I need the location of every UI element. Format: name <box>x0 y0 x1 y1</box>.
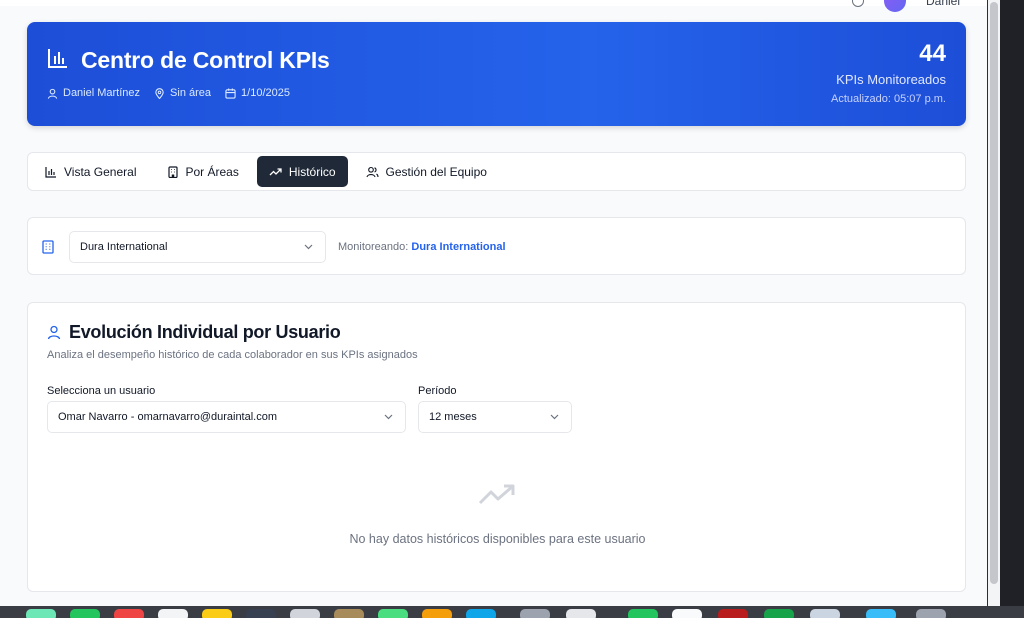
meta-area-label: Sin área <box>170 87 212 99</box>
chevron-down-icon <box>550 414 559 420</box>
calendar-icon <box>225 87 236 99</box>
chevron-down-icon <box>304 244 313 250</box>
dock-app-icon[interactable] <box>672 609 702 618</box>
location-pin-icon <box>155 87 164 99</box>
dock-app-icon[interactable] <box>810 609 840 618</box>
dock-app-icon[interactable] <box>566 609 596 618</box>
avatar[interactable] <box>884 0 906 12</box>
user-select-value: Omar Navarro - omarnavarro@duraintal.com <box>58 411 278 423</box>
period-select-value: 12 meses <box>429 411 477 423</box>
dock-app-icon[interactable] <box>718 609 748 618</box>
monitoring-prefix: Monitoreando: <box>338 241 409 253</box>
tab-label: Gestión del Equipo <box>385 164 487 179</box>
period-select-label: Período <box>418 385 457 397</box>
history-title: Evolución Individual por Usuario <box>69 322 341 342</box>
meta-area: Sin área <box>154 87 211 99</box>
monitoring-status: Monitoreando: Dura International <box>338 241 506 253</box>
trending-up-icon <box>269 167 282 175</box>
bar-chart-icon <box>47 47 69 74</box>
dock-app-icon[interactable] <box>866 609 896 618</box>
period-select[interactable]: 12 meses <box>418 401 572 433</box>
company-select-value: Dura International <box>80 241 168 253</box>
tab-por-areas[interactable]: Por Áreas <box>155 156 251 187</box>
history-title-row: Evolución Individual por Usuario <box>47 322 341 343</box>
search-icon[interactable] <box>852 0 864 7</box>
desktop-edge <box>1000 0 1024 618</box>
meta-user: Daniel Martínez <box>47 87 140 99</box>
monitoring-company: Dura International <box>411 241 506 253</box>
dock-app-icon[interactable] <box>70 609 100 618</box>
dashboard-header: Centro de Control KPIs Daniel Martínez S… <box>27 22 966 126</box>
topbar-actions: Daniel <box>852 0 960 12</box>
dock-app-icon[interactable] <box>290 609 320 618</box>
user-icon <box>47 325 61 340</box>
bar-chart-icon <box>45 166 56 178</box>
tab-vista-general[interactable]: Vista General <box>33 156 149 187</box>
users-icon <box>366 166 379 177</box>
empty-state-message: No hay datos históricos disponibles para… <box>349 532 646 546</box>
dock-app-icon[interactable] <box>246 609 276 618</box>
dock-app-icon[interactable] <box>202 609 232 618</box>
user-select-label: Selecciona un usuario <box>47 385 156 397</box>
tab-label: Histórico <box>288 164 336 179</box>
dock-app-icon[interactable] <box>114 609 144 618</box>
header-title-row: Centro de Control KPIs <box>47 47 330 74</box>
app-window: Daniel Centro de Control KPIs Daniel Mar… <box>0 0 987 606</box>
kpi-summary: 44 KPIs Monitoreados Actualizado: 05:07 … <box>831 40 946 105</box>
chevron-down-icon <box>384 414 393 420</box>
meta-date: 1/10/2025 <box>225 87 290 99</box>
dock-app-icon[interactable] <box>422 609 452 618</box>
tab-label: Vista General <box>64 164 137 179</box>
dock-app-icon[interactable] <box>26 609 56 618</box>
dock-app-icon[interactable] <box>916 609 946 618</box>
dock-app-icon[interactable] <box>378 609 408 618</box>
user-name[interactable]: Daniel <box>926 0 960 8</box>
tab-label: Por Áreas <box>185 164 239 179</box>
tab-gestion-equipo[interactable]: Gestión del Equipo <box>354 156 499 187</box>
dock-app-icon[interactable] <box>520 609 550 618</box>
trending-up-icon <box>478 483 516 512</box>
user-select[interactable]: Omar Navarro - omarnavarro@duraintal.com <box>47 401 406 433</box>
scrollbar-thumb[interactable] <box>990 2 998 584</box>
page-title: Centro de Control KPIs <box>81 47 330 73</box>
dock-app-icon[interactable] <box>334 609 364 618</box>
kpi-count: 44 <box>919 40 946 67</box>
building-icon <box>167 165 178 178</box>
history-subtitle: Analiza el desempeño histórico de cada c… <box>47 349 418 361</box>
kpi-count-label: KPIs Monitoreados <box>836 72 946 87</box>
user-icon <box>47 88 58 99</box>
history-card: Evolución Individual por Usuario Analiza… <box>27 302 966 592</box>
dock-app-icon[interactable] <box>628 609 658 618</box>
meta-user-label: Daniel Martínez <box>63 87 141 99</box>
dock-app-icon[interactable] <box>466 609 496 618</box>
company-selector-card: Dura International Monitoreando: Dura In… <box>27 217 966 275</box>
dock-app-icon[interactable] <box>158 609 188 618</box>
tab-historico[interactable]: Histórico <box>256 156 348 187</box>
dock-app-icon[interactable] <box>764 609 794 618</box>
company-select[interactable]: Dura International <box>69 231 326 263</box>
topbar <box>0 0 987 6</box>
building-icon <box>42 240 54 259</box>
scrollbar[interactable] <box>988 0 1000 606</box>
last-updated: Actualizado: 05:07 p.m. <box>831 93 946 105</box>
tab-bar: Vista General Por Áreas Histórico Gestió… <box>27 152 966 191</box>
header-meta: Daniel Martínez Sin área 1/10/2025 <box>47 87 290 99</box>
meta-date-label: 1/10/2025 <box>241 87 290 99</box>
